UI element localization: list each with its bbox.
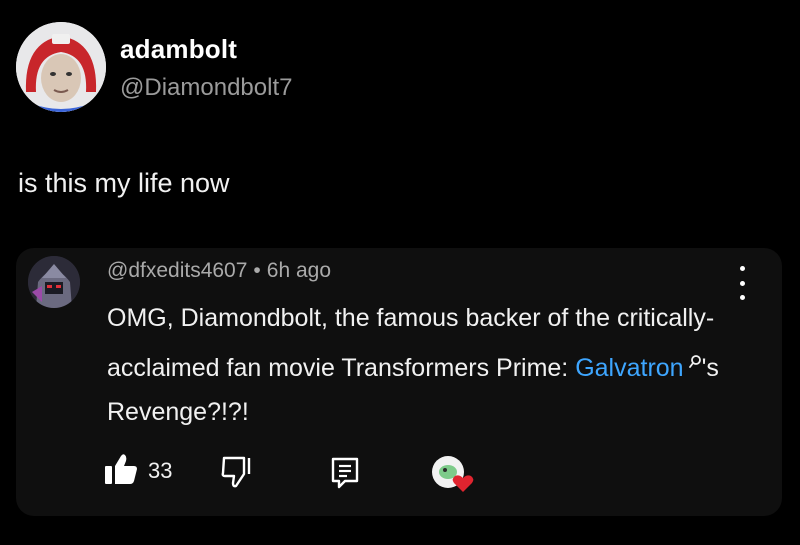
meta-separator: • (253, 259, 261, 282)
comment-body: OMG, Diamondbolt, the famous backer of t… (107, 296, 757, 434)
comment-author[interactable]: @dfxedits4607 (107, 259, 247, 282)
creator-heart-icon[interactable] (430, 454, 476, 499)
thumbs-down-icon[interactable] (220, 456, 254, 493)
tweet-text: is this my life now (18, 168, 230, 198)
search-link-galvatron[interactable]: Galvatron (575, 354, 683, 382)
user-handle[interactable]: @Diamondbolt7 (120, 74, 292, 102)
like-count: 33 (148, 458, 173, 483)
comment-meta: @dfxedits4607 • 6h ago (107, 259, 331, 283)
more-vert-icon[interactable] (730, 266, 754, 300)
commenter-avatar[interactable] (28, 256, 80, 308)
display-name[interactable]: adambolt (120, 34, 237, 65)
embedded-comment-card: @dfxedits4607 • 6h ago OMG, Diamondbolt, t… (16, 248, 782, 516)
thumbs-up-icon[interactable] (104, 453, 138, 490)
profile-avatar[interactable] (16, 22, 106, 112)
reply-icon[interactable] (330, 456, 360, 495)
search-icon[interactable] (688, 340, 702, 384)
comment-time: 6h ago (266, 259, 332, 282)
